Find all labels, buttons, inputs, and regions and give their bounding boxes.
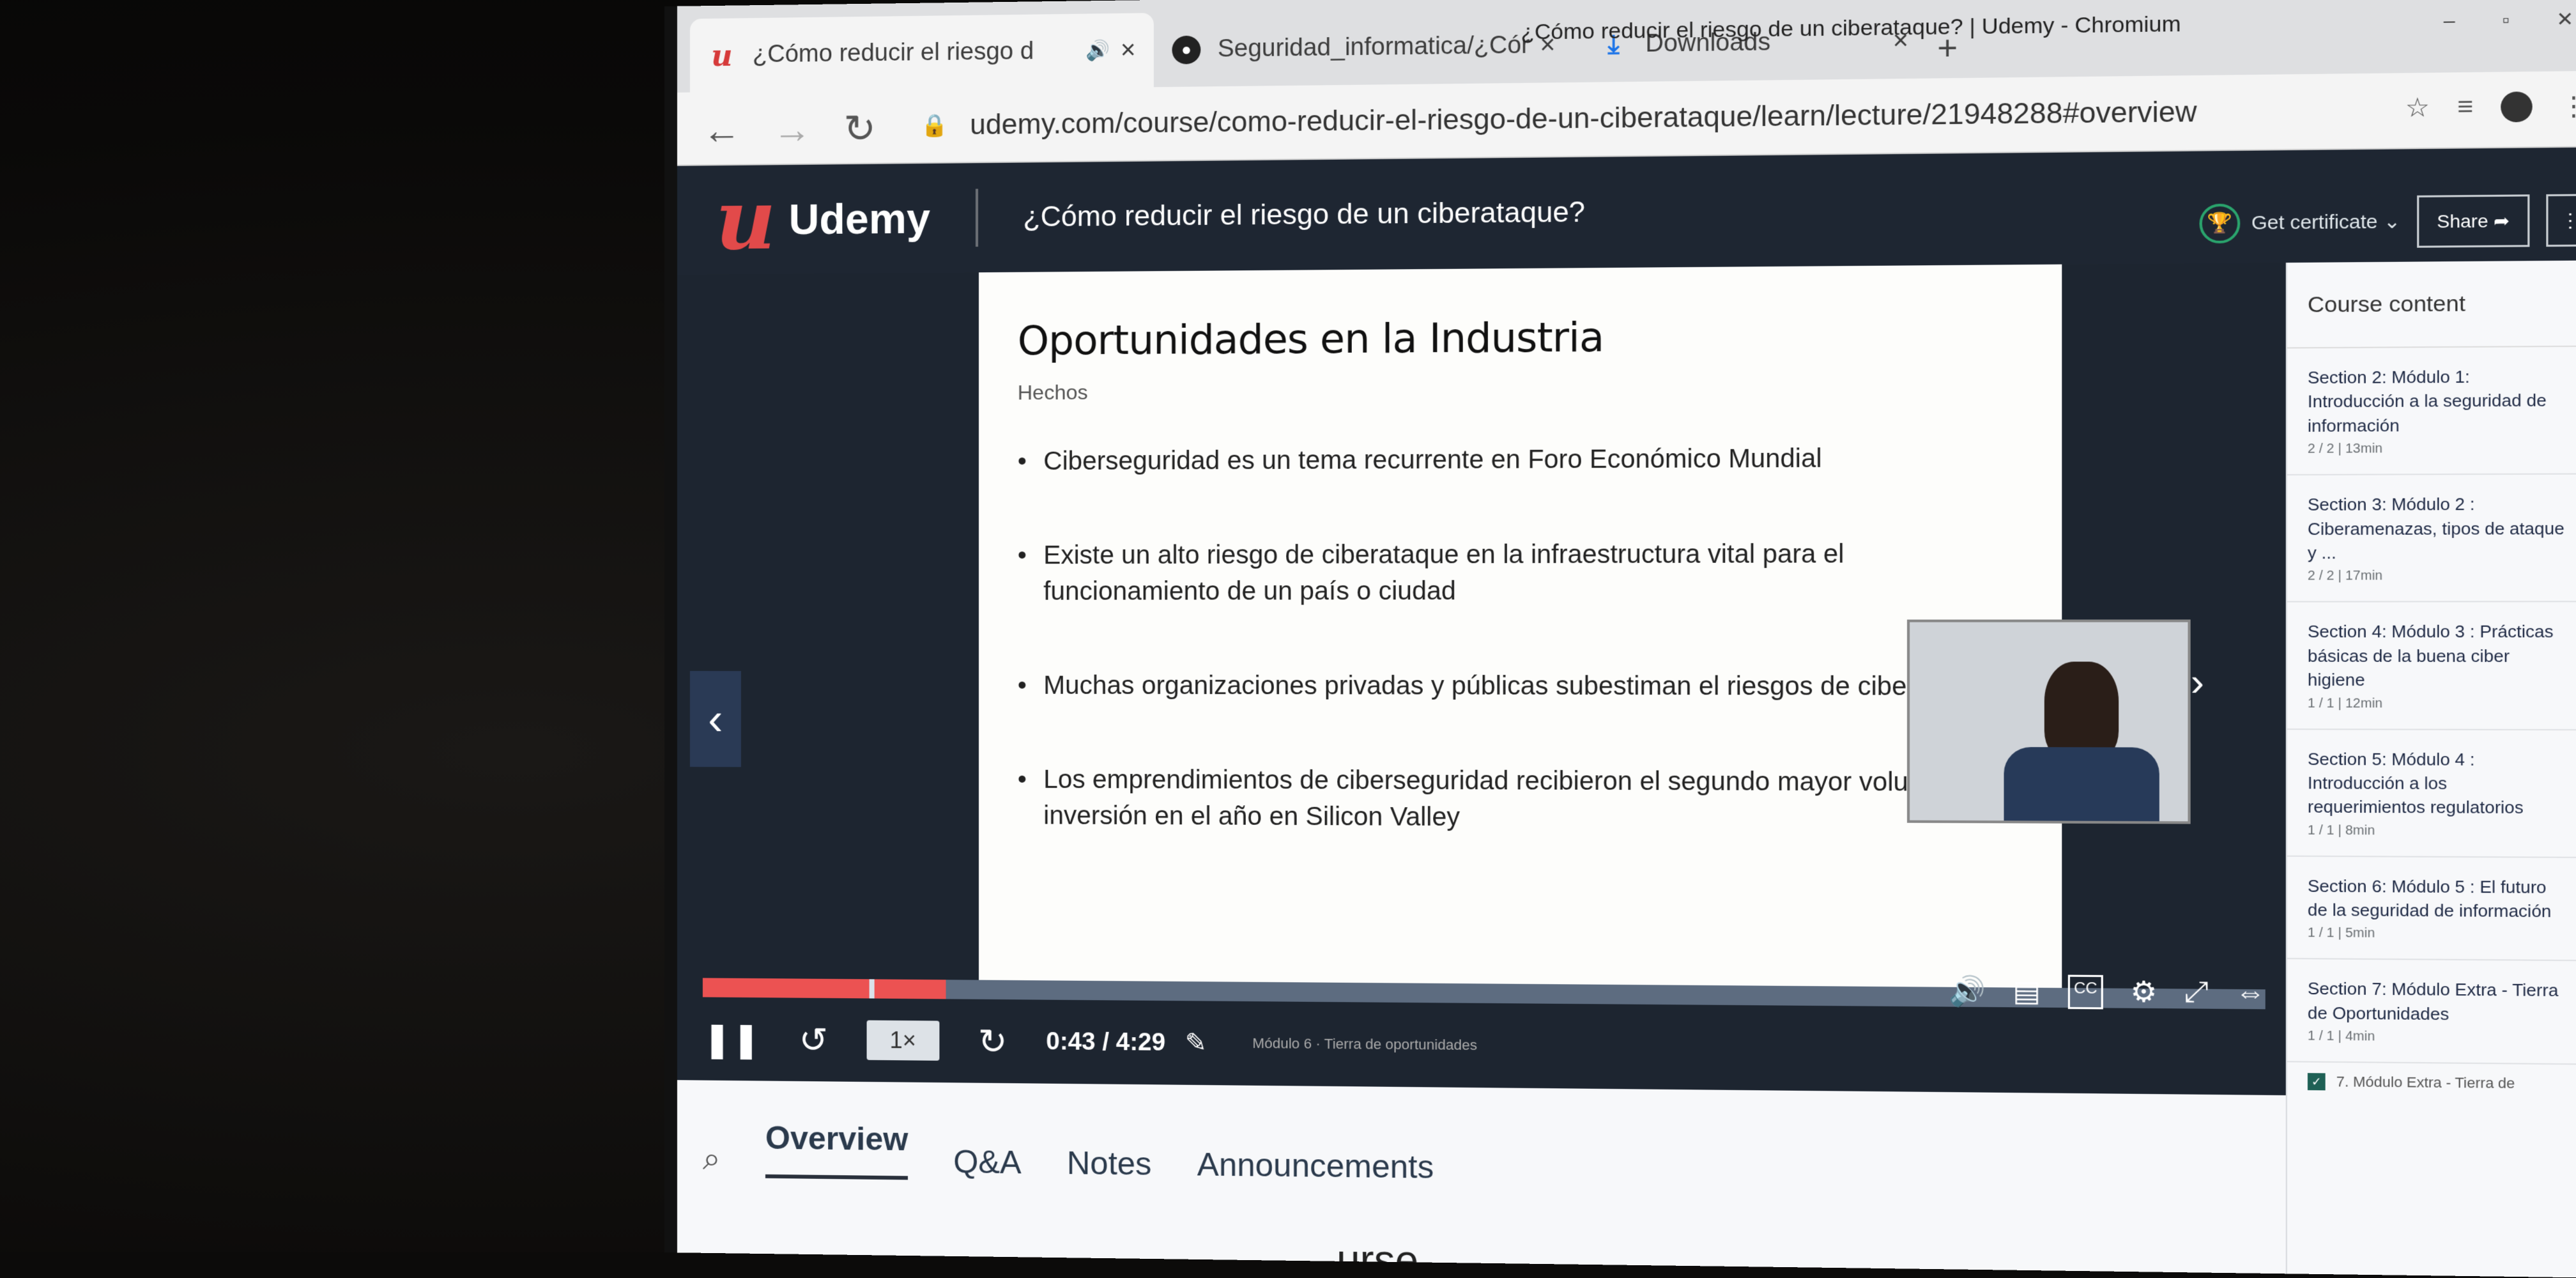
close-tab-icon[interactable]: ×: [1121, 36, 1136, 65]
back-arrow-icon[interactable]: ←: [703, 108, 741, 153]
header-divider: [975, 189, 978, 247]
lecture-slide: Oportunidades en la Industria Hechos Cib…: [979, 264, 2062, 1001]
pause-icon[interactable]: ❚❚: [703, 1019, 761, 1059]
course-content-sidebar: Course content X Section 2: Módulo 1: In…: [2285, 260, 2576, 1278]
sidebar-section[interactable]: Section 5: Módulo 4 : Introducción a los…: [2287, 729, 2576, 858]
bookmark-star-icon[interactable]: ☆: [2405, 93, 2430, 123]
note-icon[interactable]: ✎: [1185, 1028, 1207, 1058]
about-course-heading: urse: [1337, 1236, 1419, 1278]
chevron-down-icon: ⌄: [2377, 210, 2401, 233]
player-right-controls: 🔊 ▤ CC ⚙ ⤢ ⇔: [1949, 974, 2266, 1010]
player-controls: ❚❚ ↺ 1× ↻ 0:43 / 4:29 ✎ Módulo 6 · Tierr…: [703, 974, 2266, 1082]
captions-icon[interactable]: CC: [2067, 974, 2104, 1010]
bookmark-marker[interactable]: [869, 979, 875, 999]
lecture-item[interactable]: ✓ 7. Módulo Extra - Tierra de: [2287, 1063, 2576, 1104]
course-tabs: ⌕ Overview Q&A Notes Announcements: [703, 1119, 1434, 1186]
section-meta: 1 / 1 | 5min: [2307, 925, 2375, 941]
section-title: Section 4: Módulo 3 : Prácticas básicas …: [2307, 621, 2554, 690]
speaker-icon[interactable]: 🔊: [1085, 39, 1110, 62]
monitor: u ¿Cómo reducir el riesgo d 🔊 × ● Seguri…: [664, 0, 2576, 1278]
sidebar-title: Course content: [2307, 291, 2465, 318]
instructor-body: [2004, 747, 2159, 824]
slide-bullet: Los emprendimientos de ciberseguridad re…: [1018, 762, 2021, 838]
tab-label: ¿Cómo reducir el riesgo d: [752, 37, 1034, 68]
browser-window: u ¿Cómo reducir el riesgo d 🔊 × ● Seguri…: [677, 0, 2576, 1278]
slide-bullets: Ciberseguridad es un tema recurrente en …: [1018, 440, 2021, 838]
instructor-head: [2044, 661, 2119, 761]
transcript-icon[interactable]: ▤: [2012, 974, 2041, 1009]
settings-gear-icon[interactable]: ⚙: [2131, 975, 2158, 1010]
tab-announcements[interactable]: Announcements: [1197, 1146, 1434, 1186]
video-player[interactable]: ‹ Oportunidades en la Industria Hechos C…: [677, 263, 2286, 1096]
section-meta: 1 / 1 | 8min: [2307, 822, 2375, 838]
sidebar-section[interactable]: Section 6: Módulo 5 : El futuro de la se…: [2287, 856, 2576, 962]
sidebar-section[interactable]: Section 3: Módulo 2 : Ciberamenazas, tip…: [2287, 474, 2576, 603]
tab-overview[interactable]: Overview: [765, 1119, 908, 1180]
slide-title: Oportunidades en la Industria: [1017, 313, 1604, 364]
sidebar-section[interactable]: Section 7: Módulo Extra - Tierra de Opor…: [2287, 959, 2576, 1066]
section-title: Section 6: Módulo 5 : El futuro de la se…: [2307, 875, 2552, 921]
search-icon[interactable]: ⌕: [703, 1140, 721, 1178]
profile-avatar[interactable]: [2501, 91, 2533, 123]
volume-icon[interactable]: 🔊: [1949, 974, 1986, 1008]
slide-bullet: Muchas organizaciones privadas y pública…: [1018, 667, 2021, 705]
section-meta: 2 / 2 | 13min: [2307, 441, 2383, 457]
course-title[interactable]: ¿Cómo reducir el riesgo de un ciberataqu…: [1023, 196, 1585, 233]
instructor-video: [1906, 619, 2191, 824]
previous-lecture-button[interactable]: ‹: [689, 671, 741, 767]
section-title: Section 3: Módulo 2 : Ciberamenazas, tip…: [2307, 494, 2564, 563]
menu-dots-icon[interactable]: ⋮: [2560, 91, 2576, 121]
get-certificate-label: Get certificate: [2251, 210, 2378, 234]
trophy-icon: 🏆: [2200, 203, 2241, 243]
slide-bullet: Existe un alto riesgo de ciberataque en …: [1018, 535, 2021, 610]
section-title: Section 5: Módulo 4 : Introducción a los…: [2307, 748, 2524, 818]
section-meta: 1 / 1 | 4min: [2307, 1029, 2375, 1044]
progress-fill: [702, 978, 946, 999]
udemy-header: u Udemy ¿Cómo reducir el riesgo de un ci…: [677, 147, 2576, 275]
lock-icon: 🔒: [921, 113, 948, 138]
udemy-logo-text: Udemy: [788, 194, 930, 243]
section-meta: 2 / 2 | 17min: [2307, 569, 2383, 583]
time-display: 0:43 / 4:29: [1046, 1028, 1166, 1056]
tab-qa[interactable]: Q&A: [953, 1143, 1022, 1182]
share-button[interactable]: Share ➦: [2417, 194, 2530, 248]
sidebar-section[interactable]: Section 4: Módulo 3 : Prácticas básicas …: [2287, 602, 2576, 730]
share-label: Share: [2437, 210, 2488, 232]
slide-bullet: Ciberseguridad es un tema recurrente en …: [1018, 440, 2021, 480]
forward-arrow-icon[interactable]: →: [773, 107, 811, 151]
sidebar-section[interactable]: Section 2: Módulo 1: Introducción a la s…: [2287, 346, 2576, 476]
more-options-button[interactable]: ⋮: [2546, 194, 2576, 247]
slide-subtitle: Hechos: [1017, 380, 1088, 404]
forward-icon[interactable]: ↻: [978, 1021, 1008, 1062]
section-title: Section 7: Módulo Extra - Tierra de Opor…: [2307, 978, 2559, 1024]
sidebar-header: Course content X: [2287, 260, 2576, 349]
udemy-icon: u: [711, 38, 733, 73]
header-actions: 🏆 Get certificate ⌄ Share ➦ ⋮: [2200, 194, 2576, 249]
address-bar[interactable]: 🔒 udemy.com/course/como-reducir-el-riesg…: [921, 80, 2381, 155]
tab-notes[interactable]: Notes: [1067, 1144, 1152, 1183]
udemy-logo[interactable]: u Udemy: [715, 170, 930, 269]
lecture-name: Módulo 6 · Tierra de oportunidades: [1252, 1035, 1478, 1054]
toolbar-actions: ☆ ≡ ⋮: [2405, 91, 2576, 123]
reload-icon[interactable]: ↻: [843, 106, 876, 151]
browser-tab-github[interactable]: ● Seguridad_informatica/¿Cóm ×: [1154, 8, 1574, 88]
udemy-logo-mark: u: [715, 170, 776, 269]
github-icon: ●: [1172, 35, 1201, 65]
chevron-right-icon[interactable]: ›: [2191, 659, 2204, 704]
browser-tab-udemy[interactable]: u ¿Cómo reducir el riesgo d 🔊 ×: [689, 13, 1154, 93]
tab-label: Seguridad_informatica/¿Cóm: [1217, 31, 1529, 63]
theater-mode-icon[interactable]: ⇔: [2235, 976, 2266, 1010]
get-certificate-button[interactable]: 🏆 Get certificate ⌄: [2200, 202, 2400, 243]
fullscreen-icon[interactable]: ⤢: [2184, 976, 2208, 1010]
section-meta: 1 / 1 | 12min: [2307, 695, 2383, 711]
window-controls[interactable]: – ▫ ✕: [2444, 8, 2576, 33]
lecture-item-label: 7. Módulo Extra - Tierra de: [2336, 1073, 2515, 1092]
url-text: udemy.com/course/como-reducir-el-riesgo-…: [970, 95, 2197, 141]
course-tabs-area: ⌕ Overview Q&A Notes Announcements urse: [677, 1080, 2286, 1278]
section-title: Section 2: Módulo 1: Introducción a la s…: [2307, 366, 2547, 436]
checkbox-checked-icon[interactable]: ✓: [2307, 1073, 2326, 1091]
media-control-icon[interactable]: ≡: [2457, 92, 2473, 123]
playback-speed-button[interactable]: 1×: [866, 1020, 940, 1061]
rewind-icon[interactable]: ↺: [799, 1019, 828, 1060]
